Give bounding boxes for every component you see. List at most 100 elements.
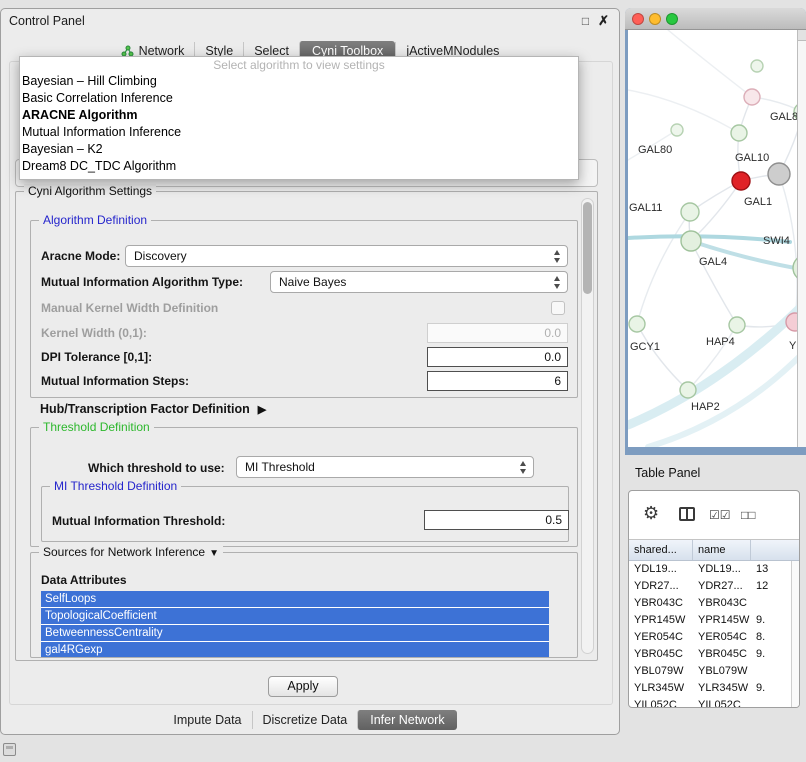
node-label: SWI4 (763, 235, 790, 247)
bottom-tab-label: Impute Data (173, 713, 241, 727)
stepper-arrows-icon (554, 249, 561, 264)
settings-scrollbar[interactable] (581, 198, 594, 654)
algorithm-popup-list: Bayesian – Hill ClimbingBasic Correlatio… (20, 73, 578, 175)
network-edge[interactable] (628, 90, 739, 133)
mi-steps-input[interactable]: 6 (427, 371, 568, 391)
table-cell: YDR27... (693, 578, 751, 595)
traffic-light-zoom[interactable] (666, 13, 678, 25)
table-row[interactable]: YER054CYER054C8. (629, 629, 799, 646)
network-view-window: GAL8GAL80GAL10GAL11GAL1SWI4GAL4GCY1HAP4Y… (625, 8, 806, 455)
network-node[interactable] (729, 317, 745, 333)
hub-section-toggle[interactable]: Hub/Transcription Factor Definition▶ (40, 402, 266, 417)
column-header-name[interactable]: name (693, 540, 751, 560)
column-layout-icon[interactable] (679, 507, 695, 521)
network-vertical-scrollbar[interactable] (797, 30, 806, 447)
manual-kernel-width-checkbox (551, 301, 565, 315)
table-row[interactable]: YBR043CYBR043C (629, 595, 799, 612)
table-cell: YBR043C (629, 595, 693, 612)
table-panel-title: Table Panel (635, 466, 700, 480)
node-label: GAL8 (770, 111, 797, 123)
bottom-tab-infer-network[interactable]: Infer Network (357, 710, 456, 730)
desktop: Control Panel □ ✗ NetworkStyleSelectCyni… (0, 0, 806, 762)
collapsed-panel-icon[interactable] (3, 743, 16, 756)
table-row[interactable]: YBL079WYBL079W (629, 663, 799, 680)
table-row[interactable]: YBR045CYBR045C9. (629, 646, 799, 663)
data-attributes-label: Data Attributes (41, 573, 127, 587)
algorithm-option[interactable]: Bayesian – K2 (20, 141, 578, 158)
network-edge[interactable] (648, 350, 797, 447)
network-node[interactable] (731, 125, 747, 141)
table-vertical-scrollbar[interactable] (791, 561, 799, 707)
table-cell: YLR345W (629, 680, 693, 697)
data-attribute-item[interactable]: BetweennessCentrality (41, 625, 549, 641)
mi-threshold-input[interactable]: 0.5 (424, 510, 569, 530)
settings-scrollbar-thumb[interactable] (583, 202, 592, 294)
network-node[interactable] (744, 89, 760, 105)
which-threshold-select[interactable]: MI Threshold (236, 456, 534, 478)
network-edge[interactable] (779, 174, 797, 322)
node-label: GAL80 (638, 144, 672, 156)
kernel-width-label: Kernel Width (0,1): (41, 326, 147, 340)
node-label: Y (789, 340, 797, 352)
network-node[interactable] (751, 60, 763, 72)
algorithm-option[interactable]: Mutual Information Inference (20, 124, 578, 141)
float-window-icon[interactable]: □ (582, 14, 589, 28)
aracne-mode-select[interactable]: Discovery (125, 245, 568, 267)
sources-group-title[interactable]: Sources for Network Inference▼ (39, 545, 223, 559)
mi-threshold-label: Mutual Information Threshold: (52, 514, 225, 528)
network-edge[interactable] (637, 212, 690, 324)
data-attribute-item[interactable]: TopologicalCoefficient (41, 608, 549, 624)
column-header-extra[interactable] (751, 540, 799, 560)
network-node[interactable] (732, 172, 750, 190)
node-label: GAL11 (629, 202, 662, 214)
sources-group: Sources for Network Inference▼ Data Attr… (30, 552, 578, 658)
unchecked-boxes-icon[interactable]: □□ (741, 508, 756, 522)
bottom-tab-impute-data[interactable]: Impute Data (163, 711, 251, 729)
bottom-tab-discretize-data[interactable]: Discretize Data (252, 711, 358, 729)
network-canvas[interactable]: GAL8GAL80GAL10GAL11GAL1SWI4GAL4GCY1HAP4Y… (628, 30, 797, 447)
network-edge[interactable] (668, 30, 752, 97)
traffic-light-minimize[interactable] (649, 13, 661, 25)
network-node[interactable] (786, 313, 797, 331)
table-cell: YDL19... (693, 561, 751, 578)
network-node[interactable] (680, 382, 696, 398)
algorithm-dropdown-popup: Select algorithm to view settings Bayesi… (19, 56, 579, 180)
apply-button[interactable]: Apply (268, 676, 338, 697)
network-node[interactable] (629, 316, 645, 332)
data-attribute-item[interactable]: gal4RGexp (41, 642, 549, 657)
data-attribute-item[interactable]: SelfLoops (41, 591, 549, 607)
scrollbar-button[interactable] (798, 30, 806, 41)
table-row[interactable]: YDR27...YDR27...12 (629, 578, 799, 595)
network-node[interactable] (768, 163, 790, 185)
checked-boxes-icon[interactable]: ☑☑ (709, 508, 731, 522)
table-row[interactable]: YLR345WYLR345W9. (629, 680, 799, 697)
network-node[interactable] (681, 231, 701, 251)
table-cell: YER054C (629, 629, 693, 646)
algorithm-option[interactable]: Dream8 DC_TDC Algorithm (20, 158, 578, 175)
column-header-shared...[interactable]: shared... (629, 540, 693, 560)
algorithm-option[interactable]: Bayesian – Hill Climbing (20, 73, 578, 90)
table-row[interactable]: YIL052CYIL052C (629, 697, 799, 708)
network-node[interactable] (671, 124, 683, 136)
table-row[interactable]: YPR145WYPR145W9. (629, 612, 799, 629)
network-edge[interactable] (637, 324, 688, 390)
network-canvas-container: GAL8GAL80GAL10GAL11GAL1SWI4GAL4GCY1HAP4Y… (628, 30, 797, 447)
gear-icon[interactable]: ⚙ (643, 503, 659, 524)
table-cell: YPR145W (629, 612, 693, 629)
mi-algorithm-type-select[interactable]: Naive Bayes (270, 271, 568, 293)
algorithm-option[interactable]: Basic Correlation Inference (20, 90, 578, 107)
data-attributes-list: SelfLoopsTopologicalCoefficientBetweenne… (41, 591, 549, 657)
control-panel-window: Control Panel □ ✗ NetworkStyleSelectCyni… (0, 8, 620, 735)
close-window-icon[interactable]: ✗ (598, 13, 609, 29)
stepper-arrows-icon (554, 275, 561, 290)
network-window-titlebar[interactable] (625, 8, 806, 30)
dpi-tolerance-input[interactable]: 0.0 (427, 347, 568, 367)
traffic-light-close[interactable] (632, 13, 644, 25)
table-cell: YER054C (693, 629, 751, 646)
mi-threshold-group: MI Threshold Definition Mutual Informati… (41, 486, 569, 542)
mi-algorithm-type-label: Mutual Information Algorithm Type: (41, 275, 243, 289)
table-row[interactable]: YDL19...YDL19...13 (629, 561, 799, 578)
network-node[interactable] (681, 203, 699, 221)
algorithm-option[interactable]: ARACNE Algorithm (20, 107, 578, 124)
node-label: HAP4 (706, 336, 735, 348)
